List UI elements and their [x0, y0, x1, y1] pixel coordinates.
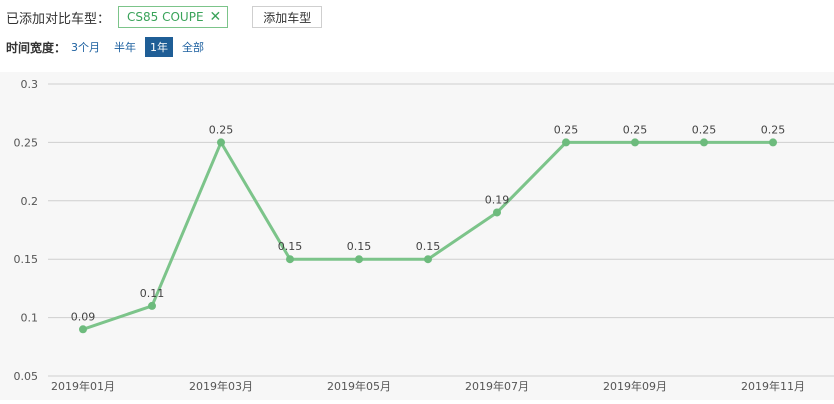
x-tick-label: 2019年09月: [603, 379, 667, 393]
x-tick-label: 2019年01月: [51, 379, 115, 393]
model-tag[interactable]: CS85 COUPE ✕: [118, 6, 229, 28]
added-models-label: 已添加对比车型：: [6, 11, 111, 27]
y-tick-label: 0.25: [14, 136, 39, 149]
data-point: [424, 255, 432, 264]
close-icon[interactable]: ✕: [210, 10, 222, 24]
data-label: 0.19: [485, 193, 510, 206]
range-1-year[interactable]: 1年: [145, 37, 174, 57]
data-point: [217, 138, 225, 147]
data-label: 0.15: [278, 240, 303, 253]
data-label: 0.09: [71, 310, 96, 323]
x-tick-label: 2019年03月: [189, 379, 253, 393]
data-label: 0.25: [554, 123, 579, 136]
add-model-button[interactable]: 添加车型: [252, 6, 323, 28]
y-tick-label: 0.2: [21, 195, 39, 208]
range-3-months[interactable]: 3个月: [66, 37, 105, 57]
data-point: [286, 255, 294, 264]
data-point: [148, 301, 156, 310]
x-tick-label: 2019年07月: [465, 379, 529, 393]
line-chart-area: 0.05 0.1 0.15 0.2 0.25 0.3 2019年01月 2019年03月 201…: [0, 72, 834, 400]
data-label: 0.25: [623, 123, 648, 136]
range-all[interactable]: 全部: [177, 37, 209, 57]
time-range-label: 时间宽度：: [6, 40, 67, 55]
data-point: [355, 255, 363, 264]
y-tick-label: 0.05: [14, 370, 39, 383]
data-point: [631, 138, 639, 147]
series-line: [82, 140, 773, 331]
line-chart: 0.05 0.1 0.15 0.2 0.25 0.3 2019年01月 2019年03月 201…: [14, 78, 834, 393]
data-point: [493, 208, 501, 217]
data-label: 0.25: [761, 123, 786, 136]
y-tick-label: 0.15: [14, 253, 39, 266]
time-range-bar: 时间宽度： 3个月 半年 1年 全部: [6, 37, 213, 57]
data-label: 0.15: [416, 240, 441, 253]
data-point: [700, 138, 708, 147]
x-tick-label: 2019年05月: [327, 379, 391, 393]
data-label: 0.15: [347, 240, 372, 253]
data-label: 0.11: [140, 287, 165, 300]
y-tick-label: 0.1: [21, 312, 39, 325]
compare-models-bar: 已添加对比车型： CS85 COUPE ✕ 添加车型: [6, 6, 323, 28]
data-point: [562, 138, 570, 147]
y-tick-label: 0.3: [21, 78, 39, 91]
data-point: [79, 325, 87, 334]
range-half-year[interactable]: 半年: [109, 37, 141, 57]
data-point: [769, 138, 777, 147]
data-label: 0.25: [692, 123, 717, 136]
model-tag-label: CS85 COUPE: [127, 10, 204, 24]
data-label: 0.25: [209, 123, 234, 136]
x-tick-label: 2019年11月: [741, 379, 805, 393]
